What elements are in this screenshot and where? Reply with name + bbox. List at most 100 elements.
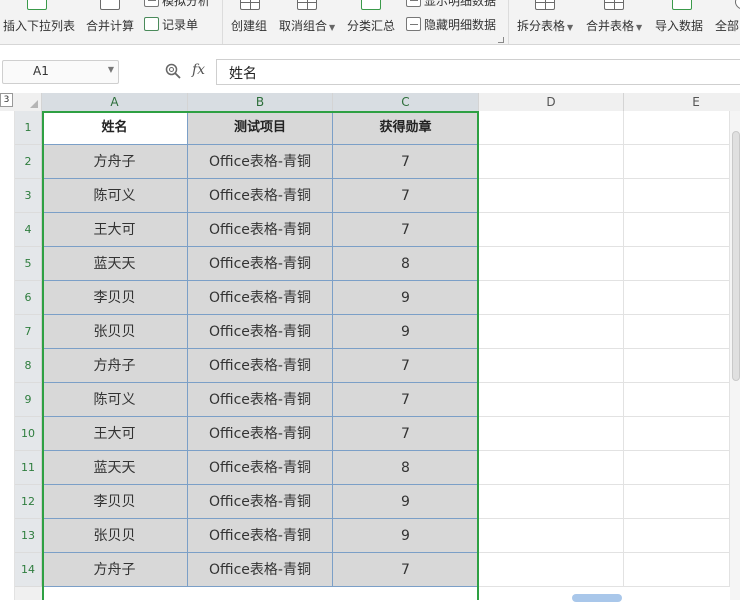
- row-header[interactable]: 11: [15, 451, 42, 485]
- header-cell[interactable]: 获得勋章: [333, 111, 479, 145]
- empty-cell[interactable]: [624, 213, 730, 247]
- empty-cell[interactable]: [479, 383, 624, 417]
- simulation-analysis-button[interactable]: 模拟分析: [144, 0, 210, 9]
- show-detail-button[interactable]: 显示明细数据: [406, 0, 496, 9]
- table-cell[interactable]: 陈可义: [42, 179, 188, 213]
- row-header[interactable]: 13: [15, 519, 42, 553]
- table-cell[interactable]: 9: [333, 315, 479, 349]
- table-cell[interactable]: 李贝贝: [42, 281, 188, 315]
- empty-cell[interactable]: [624, 349, 730, 383]
- horizontal-scroll-thumb[interactable]: [572, 594, 622, 602]
- zoom-search-icon[interactable]: [165, 63, 181, 79]
- table-cell[interactable]: 王大可: [42, 417, 188, 451]
- empty-cell[interactable]: [624, 247, 730, 281]
- name-box[interactable]: A1 ▼: [2, 60, 119, 84]
- empty-cell[interactable]: [479, 213, 624, 247]
- empty-cell[interactable]: [479, 519, 624, 553]
- group-settings-launcher[interactable]: [494, 0, 504, 44]
- hide-detail-button[interactable]: 隐藏明细数据: [406, 16, 496, 33]
- empty-cell[interactable]: [624, 315, 730, 349]
- chevron-down-icon[interactable]: ▼: [108, 65, 114, 74]
- column-header-d[interactable]: D: [479, 93, 624, 111]
- empty-cell[interactable]: [479, 315, 624, 349]
- header-cell[interactable]: 姓名: [42, 111, 188, 145]
- table-cell[interactable]: 李贝贝: [42, 485, 188, 519]
- row-header[interactable]: 8: [15, 349, 42, 383]
- table-cell[interactable]: Office表格-青铜: [188, 349, 333, 383]
- table-cell[interactable]: Office表格-青铜: [188, 485, 333, 519]
- table-cell[interactable]: Office表格-青铜: [188, 417, 333, 451]
- table-cell[interactable]: 7: [333, 553, 479, 587]
- table-cell[interactable]: 9: [333, 281, 479, 315]
- empty-cell[interactable]: [624, 179, 730, 213]
- record-form-button[interactable]: 记录单: [144, 16, 198, 33]
- merge-calculate-button[interactable]: 合并计算: [86, 0, 136, 44]
- insert-dropdown-list-button[interactable]: 插入下拉列表: [3, 0, 78, 44]
- empty-cell[interactable]: [624, 485, 730, 519]
- table-cell[interactable]: 张贝贝: [42, 519, 188, 553]
- row-header[interactable]: 3: [15, 179, 42, 213]
- table-cell[interactable]: Office表格-青铜: [188, 315, 333, 349]
- all-button[interactable]: 全部: [715, 0, 740, 44]
- empty-cell[interactable]: [624, 281, 730, 315]
- table-cell[interactable]: 7: [333, 383, 479, 417]
- empty-cell[interactable]: [624, 145, 730, 179]
- column-header-a[interactable]: A: [42, 93, 188, 111]
- table-cell[interactable]: 9: [333, 485, 479, 519]
- table-cell[interactable]: 方舟子: [42, 349, 188, 383]
- column-header-e[interactable]: E: [624, 93, 740, 111]
- table-cell[interactable]: 8: [333, 451, 479, 485]
- table-cell[interactable]: Office表格-青铜: [188, 213, 333, 247]
- empty-cell[interactable]: [479, 145, 624, 179]
- table-cell[interactable]: Office表格-青铜: [188, 519, 333, 553]
- empty-cell[interactable]: [479, 349, 624, 383]
- table-cell[interactable]: 蓝天天: [42, 247, 188, 281]
- row-header[interactable]: 10: [15, 417, 42, 451]
- table-cell[interactable]: 7: [333, 213, 479, 247]
- table-cell[interactable]: 9: [333, 519, 479, 553]
- empty-cell[interactable]: [479, 553, 624, 587]
- merge-table-button[interactable]: 合并表格 ▼: [586, 0, 646, 44]
- table-cell[interactable]: Office表格-青铜: [188, 383, 333, 417]
- row-header[interactable]: 1: [15, 111, 42, 145]
- table-cell[interactable]: 7: [333, 145, 479, 179]
- table-cell[interactable]: 7: [333, 417, 479, 451]
- table-cell[interactable]: 陈可义: [42, 383, 188, 417]
- column-header-c[interactable]: C: [333, 93, 479, 111]
- row-header[interactable]: 5: [15, 247, 42, 281]
- empty-cell[interactable]: [624, 111, 730, 145]
- row-header[interactable]: 9: [15, 383, 42, 417]
- table-cell[interactable]: 7: [333, 349, 479, 383]
- table-cell[interactable]: 王大可: [42, 213, 188, 247]
- empty-cell[interactable]: [479, 451, 624, 485]
- ungroup-button[interactable]: 取消组合 ▼: [279, 0, 339, 44]
- header-cell[interactable]: 测试项目: [188, 111, 333, 145]
- import-data-button[interactable]: 导入数据: [655, 0, 707, 44]
- vertical-scroll-thumb[interactable]: [732, 131, 740, 381]
- table-cell[interactable]: 方舟子: [42, 553, 188, 587]
- empty-cell[interactable]: [479, 485, 624, 519]
- empty-cell[interactable]: [624, 451, 730, 485]
- create-group-button[interactable]: 创建组: [231, 0, 271, 44]
- empty-cell[interactable]: [479, 247, 624, 281]
- table-cell[interactable]: Office表格-青铜: [188, 179, 333, 213]
- row-header[interactable]: 2: [15, 145, 42, 179]
- formula-input[interactable]: 姓名: [216, 59, 740, 85]
- empty-cell[interactable]: [624, 417, 730, 451]
- empty-cell[interactable]: [479, 417, 624, 451]
- table-cell[interactable]: 蓝天天: [42, 451, 188, 485]
- table-cell[interactable]: Office表格-青铜: [188, 553, 333, 587]
- table-cell[interactable]: 方舟子: [42, 145, 188, 179]
- fx-icon[interactable]: fx: [192, 62, 205, 78]
- empty-cell[interactable]: [624, 553, 730, 587]
- empty-cell[interactable]: [479, 179, 624, 213]
- subtotal-button[interactable]: 分类汇总: [347, 0, 397, 44]
- table-cell[interactable]: Office表格-青铜: [188, 145, 333, 179]
- empty-cell[interactable]: [624, 383, 730, 417]
- empty-cell[interactable]: [479, 111, 624, 145]
- table-cell[interactable]: Office表格-青铜: [188, 281, 333, 315]
- empty-cell[interactable]: [479, 281, 624, 315]
- row-header[interactable]: 6: [15, 281, 42, 315]
- row-header[interactable]: 14: [15, 553, 42, 587]
- select-all-corner[interactable]: 3: [0, 93, 42, 111]
